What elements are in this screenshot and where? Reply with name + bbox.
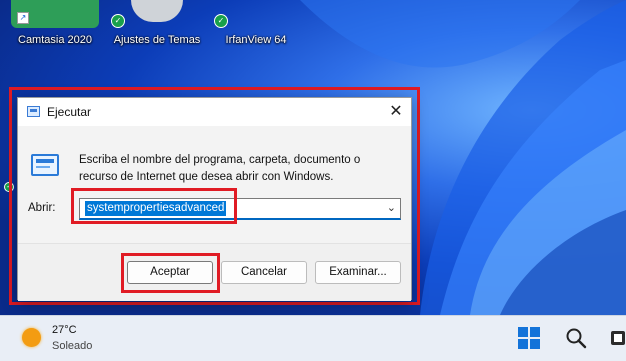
taskbar: 27°C Soleado [0, 315, 626, 361]
input-highlight-box [71, 188, 237, 224]
desktop-icon-label: Camtasia 2020 [18, 34, 92, 46]
browse-button[interactable]: Examinar... [315, 261, 401, 284]
start-icon[interactable] [518, 327, 540, 349]
shortcut-arrow-icon: ↗ [17, 12, 29, 24]
dialog-title: Ejecutar [47, 105, 92, 119]
open-label: Abrir: [28, 202, 56, 214]
weather-temperature[interactable]: 27°C [52, 324, 77, 336]
dialog-titlebar[interactable]: Ejecutar ✕ [18, 98, 411, 126]
sun-weather-icon[interactable] [22, 328, 41, 347]
desktop-icon-camtasia[interactable]: ↗ Camtasia 2020 [5, 0, 105, 52]
cancel-button[interactable]: Cancelar [221, 261, 307, 284]
ok-highlight-box [121, 253, 220, 293]
chevron-down-icon[interactable]: ⌄ [387, 201, 396, 214]
run-dialog: Ejecutar ✕ Escriba el nombre del program… [17, 97, 412, 301]
desktop-icon-label: IrfanView 64 [225, 34, 287, 46]
search-icon[interactable] [565, 327, 587, 349]
desktop-icon-theme-settings[interactable]: ✓ Ajustes de Temas [107, 0, 207, 52]
task-view-icon[interactable] [610, 329, 626, 347]
desktop-icon-irfanview[interactable]: ✓ IrfanView 64 [206, 0, 306, 52]
run-app-icon [27, 106, 40, 117]
weather-condition[interactable]: Soleado [52, 340, 92, 352]
close-button[interactable]: ✕ [381, 98, 411, 126]
sync-check-icon: ✓ [214, 14, 228, 28]
desktop-icon-label: Ajustes de Temas [113, 34, 201, 46]
theme-settings-icon [131, 0, 183, 22]
run-icon [31, 154, 59, 176]
dialog-description: Escriba el nombre del programa, carpeta,… [79, 154, 361, 183]
sync-check-icon: ✓ [111, 14, 125, 28]
